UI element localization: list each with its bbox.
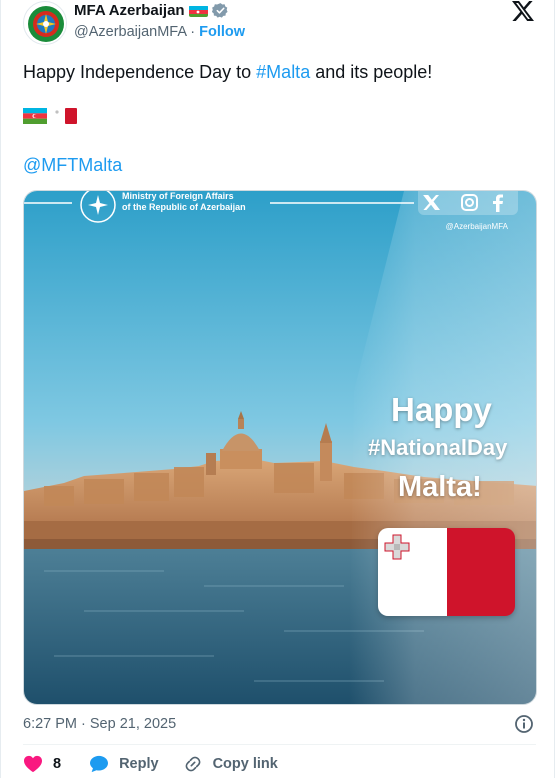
x-icon xyxy=(423,195,440,210)
image-handle: @AzerbaijanMFA xyxy=(445,222,508,231)
malta-heading: Malta! xyxy=(398,471,482,503)
george-cross-icon xyxy=(384,534,410,560)
timestamp[interactable]: 6:27 PM · Sep 21, 2025 xyxy=(23,716,176,732)
divider xyxy=(23,744,536,745)
handle-separator: · xyxy=(186,24,200,40)
hashtag-link[interactable]: #Malta xyxy=(256,62,310,82)
heart-icon xyxy=(24,755,42,773)
ministry-line-1: Ministry of Foreign Affairs xyxy=(122,191,234,201)
follow-button[interactable]: Follow xyxy=(199,24,245,40)
avatar[interactable] xyxy=(23,1,67,45)
reply-button[interactable]: Reply xyxy=(89,755,159,773)
social-icons xyxy=(418,191,518,215)
x-logo-icon[interactable] xyxy=(510,0,536,22)
tweet-card: MFA Azerbaijan @AzerbaijanMFA · Follow H… xyxy=(0,0,555,778)
like-count: 8 xyxy=(53,756,62,772)
tweet-text-start: Happy Independence Day to xyxy=(23,62,257,82)
azerbaijan-emblem-icon xyxy=(28,6,64,42)
reply-bubble-icon xyxy=(90,755,109,773)
copy-link-label: Copy link xyxy=(212,756,278,772)
author-handle[interactable]: @AzerbaijanMFA xyxy=(74,24,186,40)
handle-row: @AzerbaijanMFA · Follow xyxy=(74,24,245,40)
mention-link[interactable]: @MFTMalta xyxy=(23,155,122,176)
tweet-text: Happy Independence Day to #Malta and its… xyxy=(23,60,432,84)
facebook-icon xyxy=(493,194,503,212)
malta-flag-image xyxy=(378,528,515,616)
action-bar: 8 Reply Copy link xyxy=(23,754,278,774)
info-icon[interactable] xyxy=(514,714,534,734)
instagram-icon xyxy=(461,194,478,211)
ministry-line-2: of the Republic of Azerbaijan xyxy=(122,202,246,212)
malta-flag-emoji-icon xyxy=(53,108,77,124)
flag-emojis xyxy=(23,108,77,124)
azerbaijan-flag-emoji-icon xyxy=(23,108,47,124)
like-button[interactable]: 8 xyxy=(23,755,61,773)
azerbaijan-flag-icon xyxy=(188,5,208,17)
ministry-caption: Ministry of Foreign Affairs of the Repub… xyxy=(122,191,246,213)
copy-link-button[interactable]: Copy link xyxy=(183,754,278,774)
happy-heading: Happy xyxy=(391,391,492,428)
national-day-heading: #NationalDay xyxy=(368,435,508,460)
verified-badge-icon xyxy=(211,2,229,19)
author-name[interactable]: MFA Azerbaijan xyxy=(74,2,185,19)
reply-label: Reply xyxy=(119,756,159,772)
tweet-image[interactable]: Ministry of Foreign Affairs of the Repub… xyxy=(23,190,537,705)
link-icon xyxy=(185,756,201,772)
tweet-text-end: and its people! xyxy=(310,62,433,82)
